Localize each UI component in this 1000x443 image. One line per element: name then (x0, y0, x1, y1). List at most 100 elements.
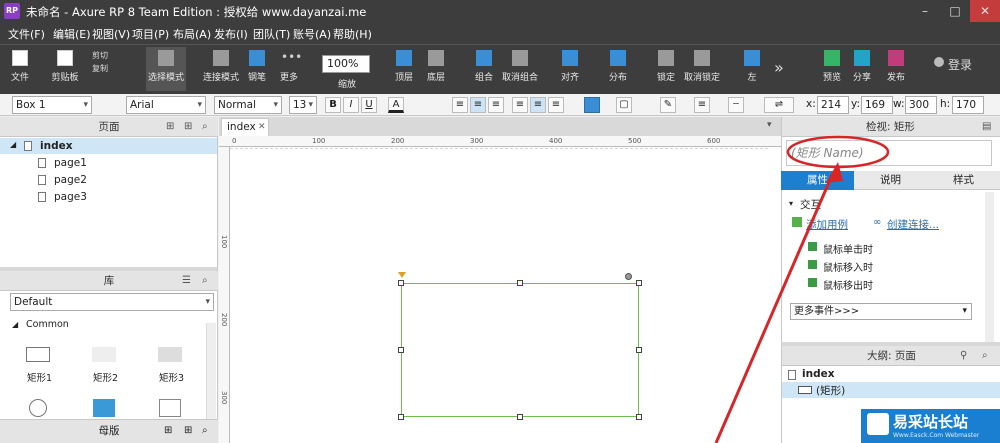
widget-select[interactable]: Box 1 (12, 96, 92, 114)
page-item[interactable]: page2 (54, 174, 87, 186)
resize-handle[interactable] (636, 414, 642, 420)
chevron-down-icon[interactable]: ▾ (767, 120, 772, 130)
menu-icon[interactable]: ☰ (182, 271, 191, 291)
outline-item[interactable] (782, 382, 1000, 398)
italic-button[interactable]: I (343, 97, 359, 113)
font-style-select[interactable]: Normal (214, 96, 282, 114)
rotate-handle[interactable] (625, 273, 632, 280)
page-item[interactable]: page3 (54, 191, 87, 203)
ungroup-button[interactable]: 取消组合 (502, 47, 538, 91)
arrow-style-icon[interactable]: ⇌ (764, 97, 794, 113)
zoom-select[interactable]: 100% (322, 55, 370, 73)
page-tree-root[interactable] (0, 138, 217, 154)
shape-name-input[interactable]: (矩形 Name) (786, 140, 992, 166)
add-folder-icon[interactable]: ⊞ (184, 420, 192, 442)
resize-handle[interactable] (636, 280, 642, 286)
x-input[interactable]: 214 (817, 96, 849, 114)
pen-button[interactable]: 钢笔 (245, 47, 269, 91)
event-onmouseenter[interactable]: 鼠标移入时 (823, 259, 873, 274)
left-button[interactable]: 左 (740, 47, 764, 91)
search-icon[interactable]: ⌕ (202, 420, 208, 442)
line-width-icon[interactable]: ≡ (694, 97, 710, 113)
valign-top-icon[interactable]: ≡ (512, 97, 528, 113)
align-center-icon[interactable]: ≡ (470, 97, 486, 113)
publish-button[interactable]: 发布 (882, 47, 910, 91)
close-icon[interactable]: ✕ (258, 119, 266, 135)
inspector-scrollbar[interactable] (985, 192, 994, 342)
maximize-button[interactable]: □ (940, 0, 970, 22)
align-right-icon[interactable]: ≡ (488, 97, 504, 113)
notes-icon[interactable]: ▤ (982, 117, 991, 137)
menu-file[interactable]: 文件(F) (8, 26, 45, 42)
collapse-icon[interactable]: ◢ (10, 140, 16, 149)
placeholder-widget-icon[interactable] (159, 399, 181, 417)
distribute-button[interactable]: 分布 (606, 47, 630, 91)
clipboard-button[interactable]: 剪贴板 (48, 47, 82, 91)
group-button[interactable]: 组合 (472, 47, 496, 91)
search-icon[interactable]: ⌕ (202, 271, 208, 291)
rectangle3-widget-icon[interactable] (158, 347, 182, 362)
tab-index[interactable]: index ✕ (221, 118, 269, 136)
rectangle1-widget-icon[interactable] (26, 347, 50, 362)
font-family-select[interactable]: Arial (126, 96, 206, 114)
resize-handle[interactable] (398, 280, 404, 286)
menu-edit[interactable]: 编辑(E) (53, 26, 91, 42)
valign-middle-icon[interactable]: ≡ (530, 97, 546, 113)
tab-notes[interactable]: 说明 (854, 171, 927, 190)
menu-account[interactable]: 账号(A) (293, 26, 331, 42)
align-left-icon[interactable]: ≡ (452, 97, 468, 113)
share-button[interactable]: 分享 (850, 47, 874, 91)
menu-project[interactable]: 项目(P) (132, 26, 169, 42)
rectangle2-widget-icon[interactable] (92, 347, 116, 362)
y-input[interactable]: 169 (861, 96, 893, 114)
w-input[interactable]: 300 (905, 96, 937, 114)
copy-button[interactable]: 复制 (92, 63, 108, 74)
underline-button[interactable]: U (361, 97, 377, 113)
add-page-icon[interactable]: ⊞ (166, 117, 174, 137)
resize-handle[interactable] (517, 280, 523, 286)
add-master-icon[interactable]: ⊞ (164, 420, 172, 442)
minimize-button[interactable]: – (910, 0, 940, 22)
resize-handle[interactable] (398, 414, 404, 420)
library-scrollbar[interactable] (206, 323, 216, 419)
preview-button[interactable]: 预览 (820, 47, 844, 91)
more-events-select[interactable]: 更多事件>>> (790, 303, 972, 320)
shadow-icon[interactable]: ▢ (616, 97, 632, 113)
fill-color-icon[interactable] (584, 97, 600, 113)
resize-handle[interactable] (636, 347, 642, 353)
valign-bottom-icon[interactable]: ≡ (548, 97, 564, 113)
cut-button[interactable]: 剪切 (92, 50, 108, 61)
selected-rectangle[interactable] (401, 283, 639, 417)
text-color-button[interactable]: A (388, 97, 404, 113)
collapse-icon[interactable]: ▾ (789, 199, 793, 208)
create-link-link[interactable]: 创建连接... (887, 217, 939, 232)
align-button[interactable]: 对齐 (558, 47, 582, 91)
menu-layout[interactable]: 布局(A) (173, 26, 211, 42)
unlock-button[interactable]: 取消锁定 (684, 47, 720, 91)
send-to-back-button[interactable]: 底层 (424, 47, 448, 91)
tab-style[interactable]: 样式 (927, 171, 1000, 190)
menu-view[interactable]: 视图(V) (92, 26, 130, 42)
bold-button[interactable]: B (325, 97, 341, 113)
h-input[interactable]: 170 (952, 96, 984, 114)
menu-publish[interactable]: 发布(I) (214, 26, 248, 42)
lock-button[interactable]: 锁定 (654, 47, 678, 91)
search-icon[interactable]: ⌕ (202, 117, 208, 137)
close-button[interactable]: ✕ (970, 0, 1000, 22)
add-folder-icon[interactable]: ⊞ (184, 117, 192, 137)
menu-help[interactable]: 帮助(H) (333, 26, 372, 42)
connect-mode-button[interactable]: 连接模式 (203, 47, 239, 91)
font-size-select[interactable]: 13 (289, 96, 317, 114)
add-case-link[interactable]: 添加用例 (806, 217, 848, 232)
search-icon[interactable]: ⌕ (982, 346, 988, 366)
library-select[interactable]: Default (10, 293, 214, 311)
line-color-icon[interactable]: ✎ (660, 97, 676, 113)
filter-icon[interactable]: ⚲ (960, 346, 967, 366)
menu-team[interactable]: 团队(T) (253, 26, 290, 42)
bring-to-front-button[interactable]: 顶层 (392, 47, 416, 91)
resize-handle[interactable] (517, 414, 523, 420)
expand-toolbar-button[interactable]: » (774, 58, 784, 77)
login-button[interactable]: 登录 (948, 56, 972, 73)
file-button[interactable]: 文件 (6, 47, 34, 91)
ellipse-widget-icon[interactable] (29, 399, 47, 417)
